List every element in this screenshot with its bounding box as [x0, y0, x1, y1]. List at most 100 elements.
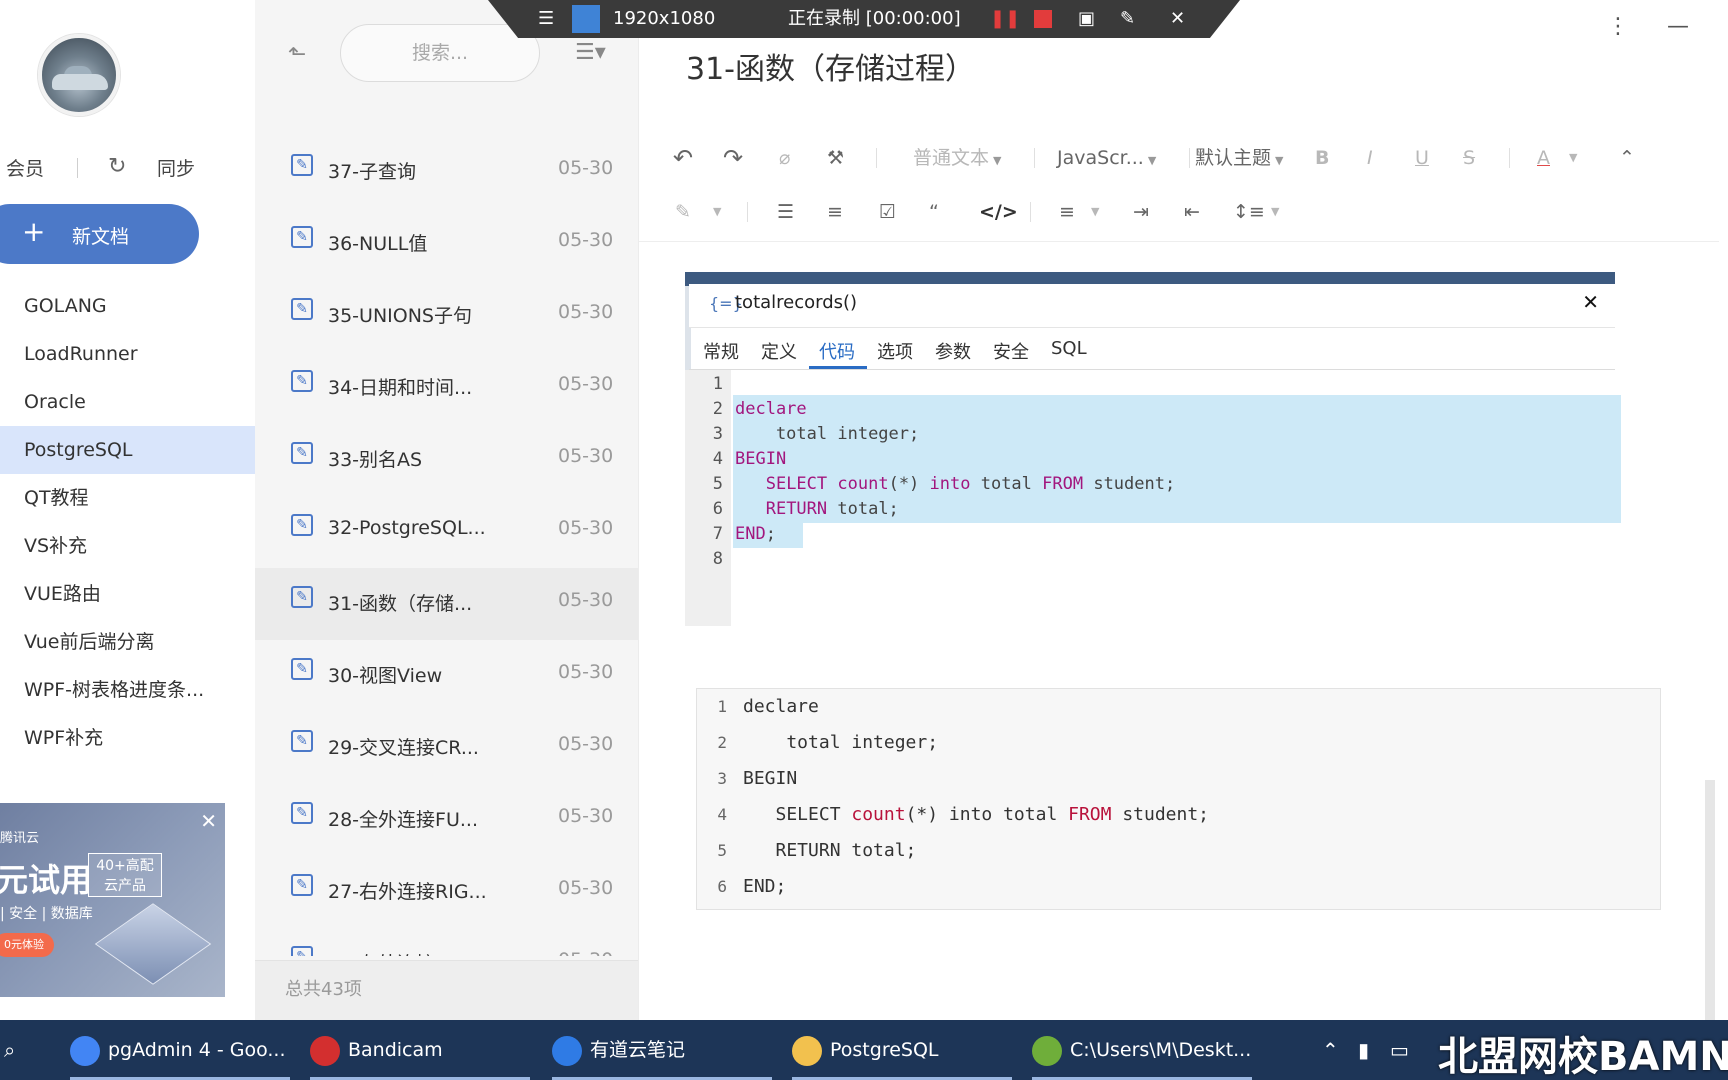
sidebar-item-folder[interactable]: Oracle — [0, 378, 255, 426]
theme-select[interactable]: 默认主题 ▼ — [1195, 138, 1283, 178]
scrollbar[interactable] — [1705, 780, 1715, 1020]
close-icon[interactable]: ✕ — [1170, 6, 1185, 32]
stop-icon[interactable] — [1034, 10, 1052, 28]
text-style-select[interactable]: 普通文本 ▼ — [913, 138, 1001, 178]
member-sync-row: 会员 ↻ 同步 — [0, 152, 255, 182]
sidebar-item-folder[interactable]: WPF补充 — [0, 714, 255, 762]
checkbox-icon[interactable]: ☑ — [879, 192, 896, 232]
taskbar-app[interactable]: Bandicam — [310, 1020, 530, 1080]
battery-icon[interactable]: ▭ — [1390, 1020, 1409, 1080]
bullet-list-icon[interactable]: ☰ — [777, 192, 794, 232]
member-button[interactable]: 会员 — [6, 154, 44, 181]
list-item[interactable]: ✎ 33-别名AS 05-30 — [255, 424, 638, 496]
strikethrough-button[interactable]: S — [1463, 138, 1475, 178]
taskbar-app-label: C:\Users\M\Deskt... — [1070, 1039, 1252, 1061]
code-line: 6 END; — [697, 869, 1657, 905]
sidebar-item-folder[interactable]: VS补充 — [0, 522, 255, 570]
chevron-down-icon[interactable]: ▼ — [1569, 138, 1577, 178]
selection-highlight — [733, 445, 1621, 473]
eraser-icon[interactable]: ⌀ — [779, 138, 790, 178]
highlight-icon[interactable]: ✎ — [675, 192, 691, 232]
embedded-screenshot: {=} totalrecords() ✕ 常规 定义 代码 选项 参数 安全 SQL 1 2d… — [685, 272, 1621, 626]
sync-icon[interactable]: ↻ — [108, 154, 126, 179]
list-item[interactable]: ✎ 32-PostgreSQL... 05-30 — [255, 496, 638, 568]
chevron-up-icon[interactable]: ⌃ — [1322, 1020, 1339, 1080]
close-icon[interactable]: ✕ — [200, 809, 217, 833]
undo-icon[interactable]: ↶ — [673, 138, 693, 178]
note-icon: ✎ — [291, 514, 313, 536]
list-item[interactable]: ✎ 28-全外连接FU... 05-30 — [255, 784, 638, 856]
list-item[interactable]: ✎ 35-UNIONS子句 05-30 — [255, 280, 638, 352]
chevron-down-icon[interactable]: ▼ — [1091, 192, 1099, 232]
chevron-down-icon[interactable]: ▼ — [713, 192, 721, 232]
list-item[interactable]: ✎ 27-右外连接RIG... 05-30 — [255, 856, 638, 928]
minimize-icon[interactable]: — — [1667, 14, 1689, 39]
sidebar-item-folder[interactable]: GOLANG — [0, 282, 255, 330]
indent-icon[interactable]: ⇥ — [1133, 192, 1149, 232]
chevron-down-icon: ▼ — [1147, 154, 1157, 167]
outdent-icon[interactable]: ⇤ — [1184, 192, 1200, 232]
list-item[interactable]: ✎ 31-函数（存储... 05-30 — [255, 568, 638, 640]
line-height-icon[interactable]: ↕≡ — [1233, 192, 1265, 232]
numbered-list-icon[interactable]: ≡ — [827, 192, 843, 232]
note-date: 05-30 — [558, 949, 613, 956]
page-title[interactable]: 31-函数（存储过程） — [686, 44, 975, 88]
taskbar-app[interactable]: C:\Users\M\Deskt... — [1032, 1020, 1252, 1080]
sort-icon[interactable]: ☰▾ — [575, 40, 606, 65]
quote-icon[interactable]: “ — [929, 192, 939, 232]
sidebar-item-folder[interactable]: LoadRunner — [0, 330, 255, 378]
taskbar-app[interactable]: PostgreSQL — [792, 1020, 1012, 1080]
more-icon[interactable]: ⋮ — [1607, 14, 1629, 39]
font-color-button[interactable]: A — [1537, 138, 1550, 178]
format-painter-icon[interactable]: ⚒ — [827, 138, 844, 178]
ad-button[interactable]: 0元体验 — [0, 933, 54, 957]
sidebar-item-folder[interactable]: WPF-树表格进度条... — [0, 666, 255, 714]
sidebar-item-folder[interactable]: QT教程 — [0, 474, 255, 522]
avatar[interactable] — [38, 34, 120, 116]
microphone-icon[interactable]: ▮ — [1358, 1020, 1369, 1080]
redo-icon[interactable]: ↷ — [723, 138, 743, 178]
underline-button[interactable]: U — [1415, 138, 1429, 178]
align-left-icon[interactable]: ≡ — [1059, 192, 1075, 232]
list-item[interactable]: ✎ 30-视图View 05-30 — [255, 640, 638, 712]
divider — [1030, 202, 1031, 222]
select-area-icon[interactable] — [572, 5, 600, 33]
taskbar-app[interactable]: 有道云笔记 — [552, 1020, 772, 1080]
camera-icon[interactable]: ▣ — [1078, 6, 1095, 32]
search-input[interactable]: 搜索... — [340, 24, 540, 82]
list-item[interactable]: ✎ 37-子查询 05-30 — [255, 136, 638, 208]
note-title: 31-函数（存储... — [328, 593, 473, 615]
line-number: 5 — [712, 474, 723, 494]
ad-banner[interactable]: ✕ 腾讯云 元试用 40+高配 云产品 | 安全 | 数据库 0元体验 — [0, 803, 225, 997]
sidebar-item-folder[interactable]: PostgreSQL — [0, 426, 255, 474]
code-block-icon[interactable]: </> — [979, 192, 1018, 232]
search-icon[interactable]: ⌕ — [4, 1020, 15, 1080]
list-item[interactable]: ✎ 26-左外连接left... 05-30 — [255, 928, 638, 956]
code-line: 6 RETURN total; — [685, 495, 1621, 523]
sidebar-item-folder[interactable]: Vue前后端分离 — [0, 618, 255, 666]
pencil-icon[interactable]: ✎ — [1120, 6, 1135, 32]
resolution-label[interactable]: 1920x1080 — [613, 6, 715, 32]
taskbar-app[interactable]: pgAdmin 4 - Goo... — [70, 1020, 290, 1080]
editor-toolbar: ↶ ↷ ⌀ ⚒ 普通文本 ▼ JavaScr... ▼ 默认主题 ▼ B I U S … — [639, 130, 1719, 242]
code-block[interactable]: 1 declare 2 total integer; 3 BEGIN 4 SELECT c… — [696, 688, 1661, 910]
sidebar-item-folder[interactable]: VUE路由 — [0, 570, 255, 618]
back-icon[interactable]: ⬑ — [288, 42, 306, 67]
sync-button[interactable]: 同步 — [157, 154, 195, 181]
chevron-down-icon[interactable]: ▼ — [1271, 192, 1279, 232]
code-line: 2 declare — [685, 395, 1621, 423]
line-number: 4 — [712, 449, 723, 469]
pause-icon[interactable]: ❚❚ — [990, 6, 1020, 32]
hamburger-icon[interactable]: ☰ — [538, 6, 554, 32]
note-date: 05-30 — [558, 661, 614, 683]
code-language-select[interactable]: JavaScr... ▼ — [1057, 138, 1156, 178]
italic-button[interactable]: I — [1367, 138, 1373, 178]
bold-button[interactable]: B — [1315, 138, 1329, 178]
new-doc-button[interactable]: + 新文档 — [0, 204, 199, 264]
collapse-toolbar-icon[interactable]: ⌃ — [1619, 138, 1635, 178]
list-item[interactable]: ✎ 29-交叉连接CR... 05-30 — [255, 712, 638, 784]
divider — [1189, 148, 1190, 168]
code-text: BEGIN — [743, 768, 798, 789]
list-item[interactable]: ✎ 34-日期和时间... 05-30 — [255, 352, 638, 424]
list-item[interactable]: ✎ 36-NULL值 05-30 — [255, 208, 638, 280]
